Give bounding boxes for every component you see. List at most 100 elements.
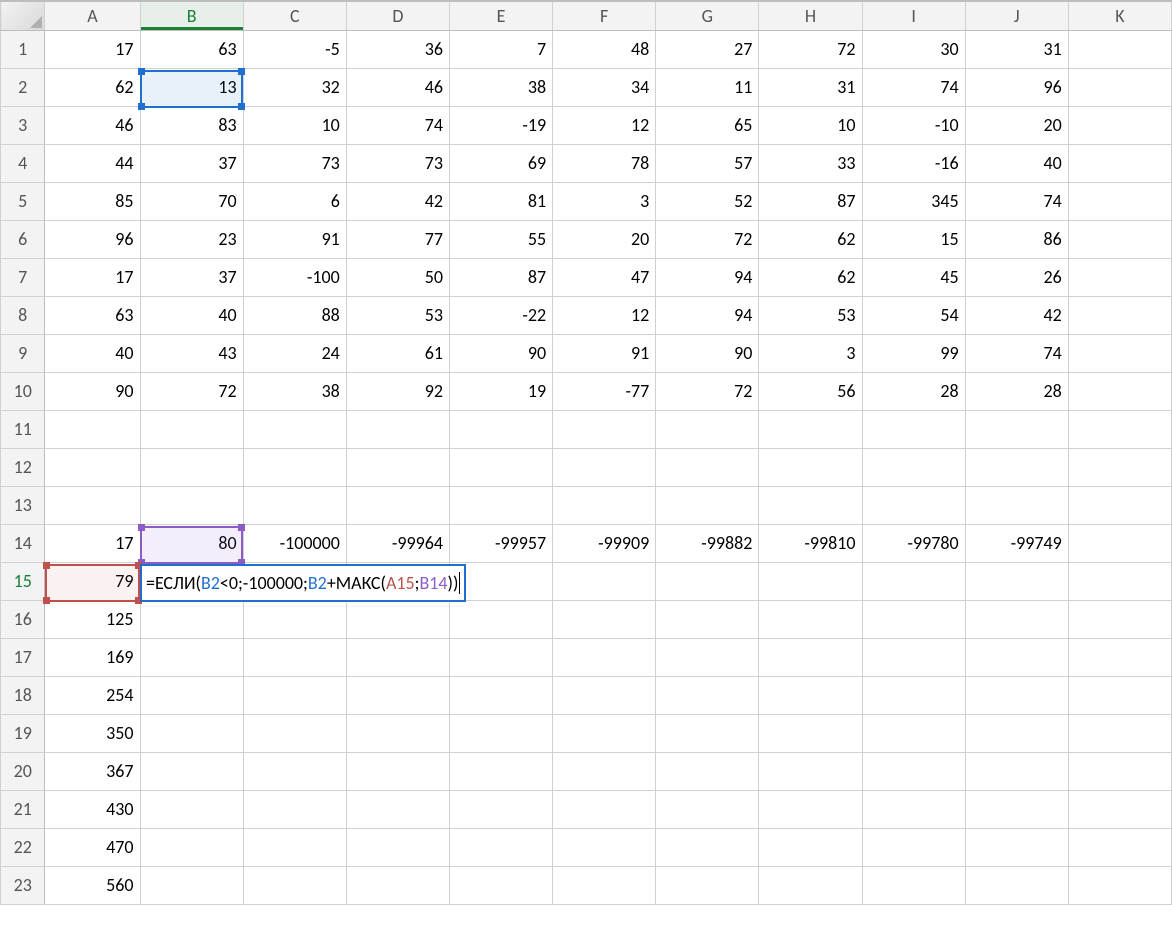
cell-D21[interactable] [346, 790, 449, 828]
cell-F13[interactable] [553, 486, 656, 524]
row-header-17[interactable]: 17 [1, 638, 45, 676]
cell-B7[interactable]: 37 [140, 258, 243, 296]
cell-B17[interactable] [140, 638, 243, 676]
cell-B2[interactable]: 13 [140, 68, 243, 106]
cell-D9[interactable]: 61 [346, 334, 449, 372]
cell-H5[interactable]: 87 [759, 182, 862, 220]
cell-F23[interactable] [553, 866, 656, 904]
cell-I3[interactable]: -10 [862, 106, 965, 144]
cell-F16[interactable] [553, 600, 656, 638]
row-header-5[interactable]: 5 [1, 182, 45, 220]
cell-C10[interactable]: 38 [243, 372, 346, 410]
cell-C1[interactable]: -5 [243, 30, 346, 68]
cell-E16[interactable] [449, 600, 552, 638]
cell-G1[interactable]: 27 [656, 30, 759, 68]
col-header-e[interactable]: E [449, 2, 552, 30]
cell-C9[interactable]: 24 [243, 334, 346, 372]
cell-C3[interactable]: 10 [243, 106, 346, 144]
cell-D5[interactable]: 42 [346, 182, 449, 220]
cell-J16[interactable] [965, 600, 1068, 638]
cell-E10[interactable]: 19 [449, 372, 552, 410]
cell-A9[interactable]: 40 [45, 334, 140, 372]
cell-C20[interactable] [243, 752, 346, 790]
cell-F21[interactable] [553, 790, 656, 828]
cell-K14[interactable] [1068, 524, 1171, 562]
cell-J18[interactable] [965, 676, 1068, 714]
cell-K5[interactable] [1068, 182, 1171, 220]
row-header-21[interactable]: 21 [1, 790, 45, 828]
cell-I7[interactable]: 45 [862, 258, 965, 296]
row-header-19[interactable]: 19 [1, 714, 45, 752]
cell-G5[interactable]: 52 [656, 182, 759, 220]
cell-C19[interactable] [243, 714, 346, 752]
row-header-15[interactable]: 15 [1, 562, 45, 600]
cell-J11[interactable] [965, 410, 1068, 448]
cell-I11[interactable] [862, 410, 965, 448]
cell-E1[interactable]: 7 [449, 30, 552, 68]
cell-K4[interactable] [1068, 144, 1171, 182]
cell-F3[interactable]: 12 [553, 106, 656, 144]
cell-I15[interactable] [862, 562, 965, 600]
row-header-18[interactable]: 18 [1, 676, 45, 714]
cell-F6[interactable]: 20 [553, 220, 656, 258]
cell-J17[interactable] [965, 638, 1068, 676]
cell-I9[interactable]: 99 [862, 334, 965, 372]
cell-K18[interactable] [1068, 676, 1171, 714]
cell-C14[interactable]: -100000 [243, 524, 346, 562]
row-header-11[interactable]: 11 [1, 410, 45, 448]
spreadsheet[interactable]: ABCDEFGHIJK 11763-5367482772303126213324… [0, 0, 1172, 940]
cell-J2[interactable]: 96 [965, 68, 1068, 106]
cell-E6[interactable]: 55 [449, 220, 552, 258]
cell-H8[interactable]: 53 [759, 296, 862, 334]
cell-H4[interactable]: 33 [759, 144, 862, 182]
cell-F14[interactable]: -99909 [553, 524, 656, 562]
cell-J22[interactable] [965, 828, 1068, 866]
select-all-corner[interactable] [1, 2, 45, 30]
cell-D6[interactable]: 77 [346, 220, 449, 258]
col-header-d[interactable]: D [346, 2, 449, 30]
row-header-4[interactable]: 4 [1, 144, 45, 182]
cell-J7[interactable]: 26 [965, 258, 1068, 296]
cell-F22[interactable] [553, 828, 656, 866]
cell-J5[interactable]: 74 [965, 182, 1068, 220]
cell-I8[interactable]: 54 [862, 296, 965, 334]
cell-G4[interactable]: 57 [656, 144, 759, 182]
row-header-14[interactable]: 14 [1, 524, 45, 562]
cell-J10[interactable]: 28 [965, 372, 1068, 410]
cell-C22[interactable] [243, 828, 346, 866]
row-header-23[interactable]: 23 [1, 866, 45, 904]
cell-K21[interactable] [1068, 790, 1171, 828]
cell-K9[interactable] [1068, 334, 1171, 372]
cell-J23[interactable] [965, 866, 1068, 904]
cell-A18[interactable]: 254 [45, 676, 140, 714]
cell-F7[interactable]: 47 [553, 258, 656, 296]
cell-I13[interactable] [862, 486, 965, 524]
cell-G2[interactable]: 11 [656, 68, 759, 106]
cell-J4[interactable]: 40 [965, 144, 1068, 182]
col-header-b[interactable]: B [140, 2, 243, 30]
cell-B21[interactable] [140, 790, 243, 828]
cell-G8[interactable]: 94 [656, 296, 759, 334]
cell-D1[interactable]: 36 [346, 30, 449, 68]
cell-C11[interactable] [243, 410, 346, 448]
cell-F11[interactable] [553, 410, 656, 448]
cell-E7[interactable]: 87 [449, 258, 552, 296]
cell-A1[interactable]: 17 [45, 30, 140, 68]
cell-B23[interactable] [140, 866, 243, 904]
cell-B1[interactable]: 63 [140, 30, 243, 68]
cell-F19[interactable] [553, 714, 656, 752]
cell-H14[interactable]: -99810 [759, 524, 862, 562]
cell-E18[interactable] [449, 676, 552, 714]
cell-D22[interactable] [346, 828, 449, 866]
cell-G13[interactable] [656, 486, 759, 524]
cell-J12[interactable] [965, 448, 1068, 486]
row-header-2[interactable]: 2 [1, 68, 45, 106]
cell-H17[interactable] [759, 638, 862, 676]
cell-J6[interactable]: 86 [965, 220, 1068, 258]
cell-G7[interactable]: 94 [656, 258, 759, 296]
cell-E22[interactable] [449, 828, 552, 866]
cell-C15[interactable] [243, 562, 346, 600]
cell-F1[interactable]: 48 [553, 30, 656, 68]
cell-C16[interactable] [243, 600, 346, 638]
cell-B8[interactable]: 40 [140, 296, 243, 334]
